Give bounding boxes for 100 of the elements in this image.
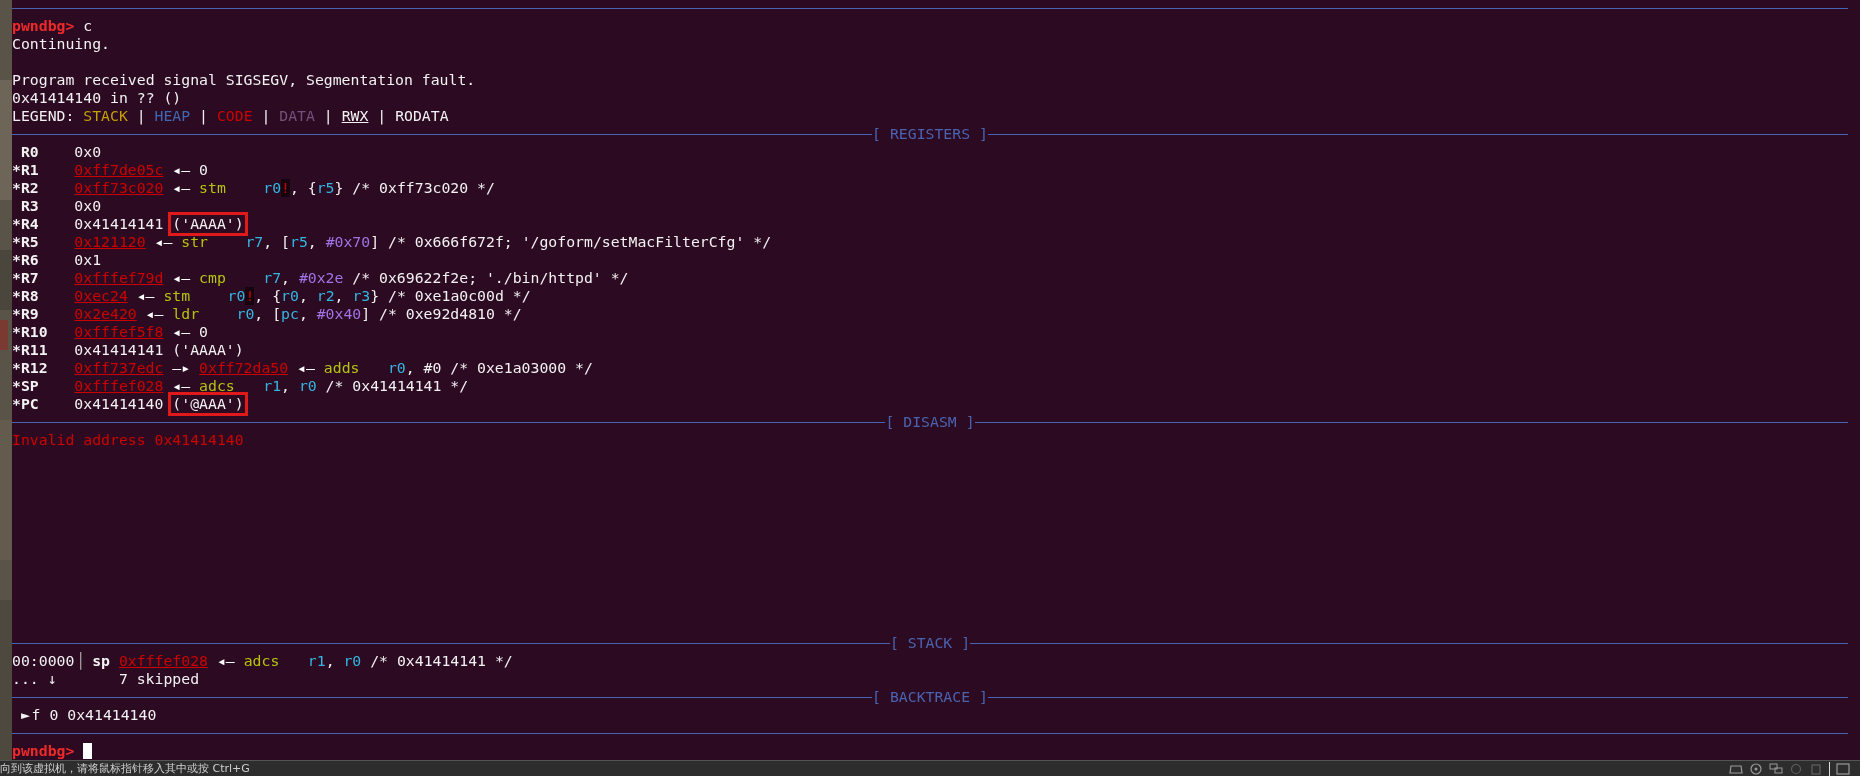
output-text: Program received signal SIGSEGV, Segmentation fault.: [12, 71, 476, 89]
circle-icon[interactable]: [1789, 762, 1803, 775]
legend-item: RODATA: [395, 107, 449, 125]
output-text: ,: [298, 305, 309, 323]
code-comment: /* 0xe1a0c00d */: [388, 287, 531, 305]
register-operand: r0: [263, 179, 282, 197]
pointer-arrow: —▸: [172, 359, 191, 377]
register-name: *R7: [12, 269, 40, 287]
address-link[interactable]: 0xec24: [74, 287, 128, 305]
address-link[interactable]: 0xff72da50: [199, 359, 289, 377]
register-name: *R5: [12, 233, 40, 251]
output-text: c: [82, 17, 93, 35]
status-message: 向到该虚拟机，请将鼠标指针移入其中或按 Ctrl+G: [0, 761, 250, 776]
pointer-arrow: ◂—: [145, 305, 164, 323]
register-name: *SP: [12, 377, 40, 395]
network-icon[interactable]: [1769, 762, 1783, 775]
register-name: *R11: [12, 341, 49, 359]
register-operand: r0: [227, 287, 246, 305]
address-link[interactable]: 0x121120: [74, 233, 146, 251]
address-link[interactable]: 0xff73c020: [74, 179, 164, 197]
code-comment: /* 0xff73c020 */: [352, 179, 495, 197]
output-text: 0x41414140 in ?? (): [12, 89, 182, 107]
legend-item: CODE: [216, 107, 253, 125]
legend-item: DATA: [279, 107, 315, 125]
current-frame-marker: ►: [20, 706, 30, 724]
output-text: , [: [254, 305, 282, 323]
output-text: 0x0: [74, 143, 102, 161]
backtrace-frame: f 0 0x41414140: [31, 706, 157, 724]
output-text: 0: [199, 161, 208, 179]
code-comment: /* 0xe1a03000 */: [450, 359, 593, 377]
immediate-operand: #0x2e: [298, 269, 344, 287]
code-comment: /* 0xe92d4810 */: [379, 305, 522, 323]
code-comment: /* 0x41414141 */: [370, 652, 513, 670]
section-title: [ BACKTRACE ]: [872, 688, 988, 706]
output-text: }: [334, 179, 344, 197]
instruction-mnemonic: ldr: [172, 305, 201, 323]
section-title: [ STACK ]: [889, 634, 971, 652]
output-text: , #0: [405, 359, 442, 377]
hard-drive-icon[interactable]: [1729, 762, 1743, 775]
register-operand: r5: [289, 233, 308, 251]
text-cursor[interactable]: [83, 743, 93, 759]
prompt-text: pwndbg>: [12, 742, 75, 760]
address-link[interactable]: 0x2e420: [74, 305, 137, 323]
instruction-mnemonic: stm: [199, 179, 227, 197]
register-name: R0: [19, 143, 40, 161]
register-name: *R4: [12, 215, 40, 233]
pointer-arrow: ◂—: [172, 161, 191, 179]
output-text: ,: [334, 287, 345, 305]
output-text: , [: [263, 233, 290, 251]
register-operand: r1: [307, 652, 326, 670]
section-title: [ REGISTERS ]: [872, 125, 988, 143]
instruction-mnemonic: adcs: [199, 377, 236, 395]
address-link[interactable]: 0xff737edc: [74, 359, 164, 377]
address-link[interactable]: 0xfffef79d: [74, 269, 164, 287]
pointer-arrow: ◂—: [297, 359, 315, 377]
register-operand: pc: [281, 305, 299, 323]
error-message: Invalid address 0x41414140: [12, 431, 244, 449]
address-link[interactable]: 0xfffef028: [74, 377, 164, 395]
address-link[interactable]: 0xfffef5f8: [74, 323, 164, 341]
register-name: *R1: [12, 161, 40, 179]
register-operand: r5: [316, 179, 335, 197]
instruction-mnemonic: adcs: [243, 652, 281, 670]
legend-item: STACK: [83, 107, 128, 125]
legend-item: RWX: [341, 107, 369, 125]
section-title: [ DISASM ]: [885, 413, 975, 431]
register-operand: r0: [236, 305, 255, 323]
instruction-mnemonic: cmp: [199, 269, 227, 287]
pointer-arrow: ◂—: [172, 323, 191, 341]
pointer-arrow: ◂—: [172, 269, 191, 287]
writeback-mark: !: [245, 287, 255, 305]
output-text: 0x0: [74, 197, 102, 215]
legend-separator: |: [261, 107, 271, 125]
register-name: *PC: [12, 395, 40, 413]
address-link[interactable]: 0xfffef028: [118, 652, 208, 670]
output-text: 7 skipped: [118, 670, 200, 688]
register-operand: r1: [263, 377, 282, 395]
register-name: *R9: [12, 305, 40, 323]
screen-icon[interactable]: [1836, 762, 1850, 775]
pointer-arrow: ◂—: [172, 179, 191, 197]
register-name: *R2: [12, 179, 40, 197]
legend-item: HEAP: [154, 107, 191, 125]
output-text: ,: [325, 652, 336, 670]
disc-icon[interactable]: [1749, 762, 1763, 775]
register-name: *R12: [12, 359, 49, 377]
output-text: 0x41414140: [74, 395, 164, 413]
instruction-mnemonic: stm: [163, 287, 192, 305]
register-operand: r7: [263, 269, 282, 287]
immediate-operand: #0x40: [316, 305, 362, 323]
register-operand: r7: [245, 233, 264, 251]
immediate-operand: #0x70: [325, 233, 371, 251]
register-name: R3: [19, 197, 40, 215]
register-operand: r0: [387, 359, 406, 377]
output-text: }: [370, 287, 380, 305]
register-name: *R8: [12, 287, 40, 305]
code-comment: /* 0x41414141 */: [325, 377, 469, 395]
output-text: 0x41414141 ('AAAA'): [74, 341, 244, 359]
address-link[interactable]: 0xff7de05c: [74, 161, 164, 179]
output-text: 0x41414141: [74, 215, 164, 233]
legend-separator: |: [377, 107, 387, 125]
code-comment: /* 0x666f672f; '/goform/setMacFilterCfg' */: [388, 233, 772, 251]
